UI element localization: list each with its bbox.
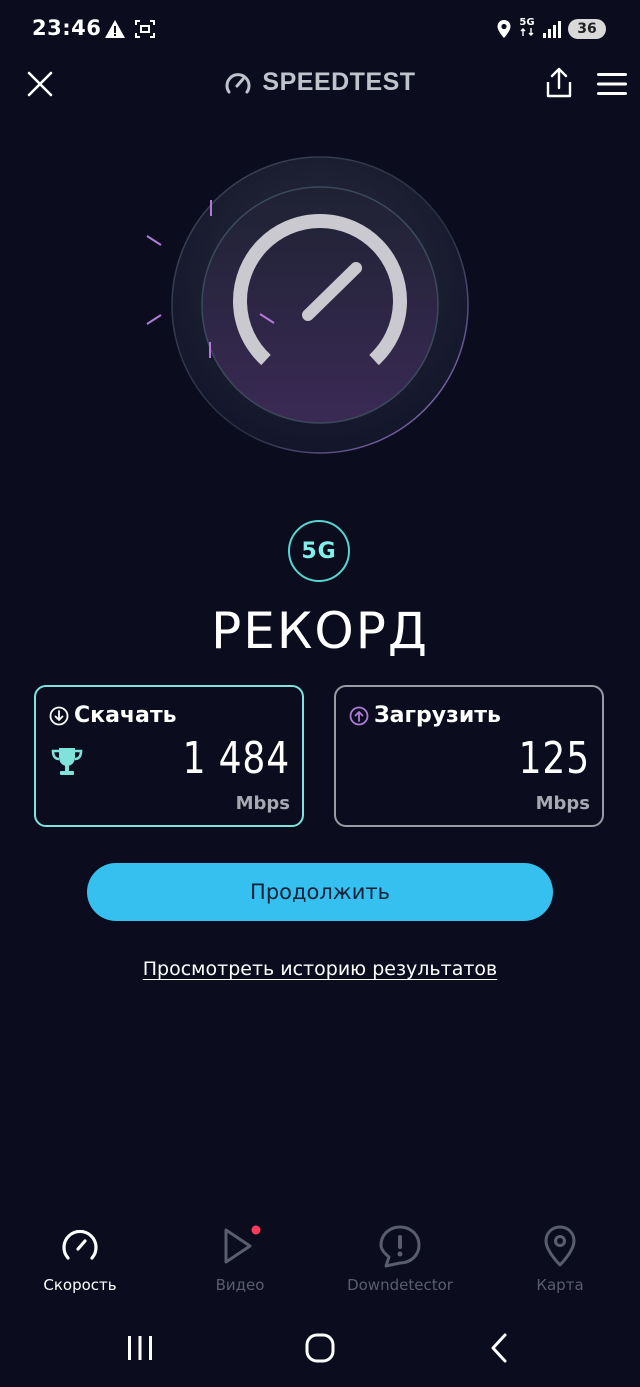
status-right-icons: 5G 36: [496, 18, 606, 39]
alert-icon: [379, 1225, 421, 1268]
share-icon[interactable]: [542, 66, 576, 100]
download-value: 1 484: [182, 733, 290, 784]
download-label: Скачать: [74, 703, 177, 728]
status-left-icons: [104, 19, 156, 39]
nav-label-map: Карта: [536, 1276, 584, 1294]
data-arrows-icon: [520, 28, 534, 36]
status-bar: 23:46 5G 36: [0, 12, 640, 52]
bottom-nav: Скорость Видео Downdetector Карта: [0, 1222, 640, 1302]
mobile-data-badge: 5G: [518, 18, 536, 39]
network-type-badge: 5G: [288, 520, 350, 582]
back-icon[interactable]: [478, 1328, 522, 1368]
menu-icon[interactable]: [596, 70, 628, 98]
nav-label-video: Видео: [215, 1276, 265, 1294]
speedometer-icon: [62, 1229, 98, 1260]
map-pin-icon: [544, 1225, 576, 1267]
signal-icon: [543, 20, 561, 38]
gauge-tick: [146, 235, 162, 246]
upload-value: 125: [518, 733, 590, 784]
app-header: SPEEDTEST: [0, 60, 640, 106]
continue-button[interactable]: Продолжить: [87, 863, 553, 921]
status-time: 23:46: [32, 16, 102, 40]
nav-item-downdetector[interactable]: Downdetector: [320, 1222, 480, 1294]
home-icon[interactable]: [298, 1328, 342, 1368]
speedtest-logo-icon: [225, 72, 251, 93]
nav-item-speed[interactable]: Скорость: [0, 1222, 160, 1294]
nav-item-map[interactable]: Карта: [480, 1222, 640, 1294]
upload-label: Загрузить: [374, 703, 501, 728]
notification-dot: [251, 1225, 261, 1235]
record-title: РЕКОРД: [211, 602, 429, 660]
upload-label-row: Загрузить: [348, 703, 501, 728]
view-history-link[interactable]: Просмотреть историю результатов: [0, 958, 640, 980]
nav-item-video[interactable]: Видео: [160, 1222, 320, 1294]
location-icon: [497, 19, 511, 38]
mobile-data-label: 5G: [519, 17, 535, 28]
screenshot-icon: [135, 20, 155, 38]
recent-apps-icon[interactable]: [118, 1328, 162, 1368]
brand-name: SPEEDTEST: [262, 68, 416, 96]
nav-label-downdetector: Downdetector: [347, 1276, 453, 1294]
play-icon: [224, 1225, 261, 1264]
download-icon: [49, 706, 69, 725]
system-nav-bar: [0, 1320, 640, 1376]
download-unit: Mbps: [235, 793, 290, 814]
upload-card: Загрузить 125 Mbps: [334, 685, 604, 827]
speed-gauge[interactable]: [130, 150, 490, 470]
gauge-tick: [146, 314, 162, 325]
battery-indicator: 36: [568, 18, 606, 39]
download-card: Скачать 1 484 Mbps: [34, 685, 304, 827]
download-label-row: Скачать: [48, 703, 177, 728]
speedtest-result-screen: 23:46 5G 36 SPEEDTEST 5G РЕКОРД Скачать …: [0, 0, 640, 1387]
upload-icon: [349, 706, 369, 725]
trophy-icon: [51, 748, 83, 775]
nav-label-speed: Скорость: [43, 1276, 117, 1294]
upload-unit: Mbps: [535, 793, 590, 814]
warning-icon: [105, 20, 125, 38]
